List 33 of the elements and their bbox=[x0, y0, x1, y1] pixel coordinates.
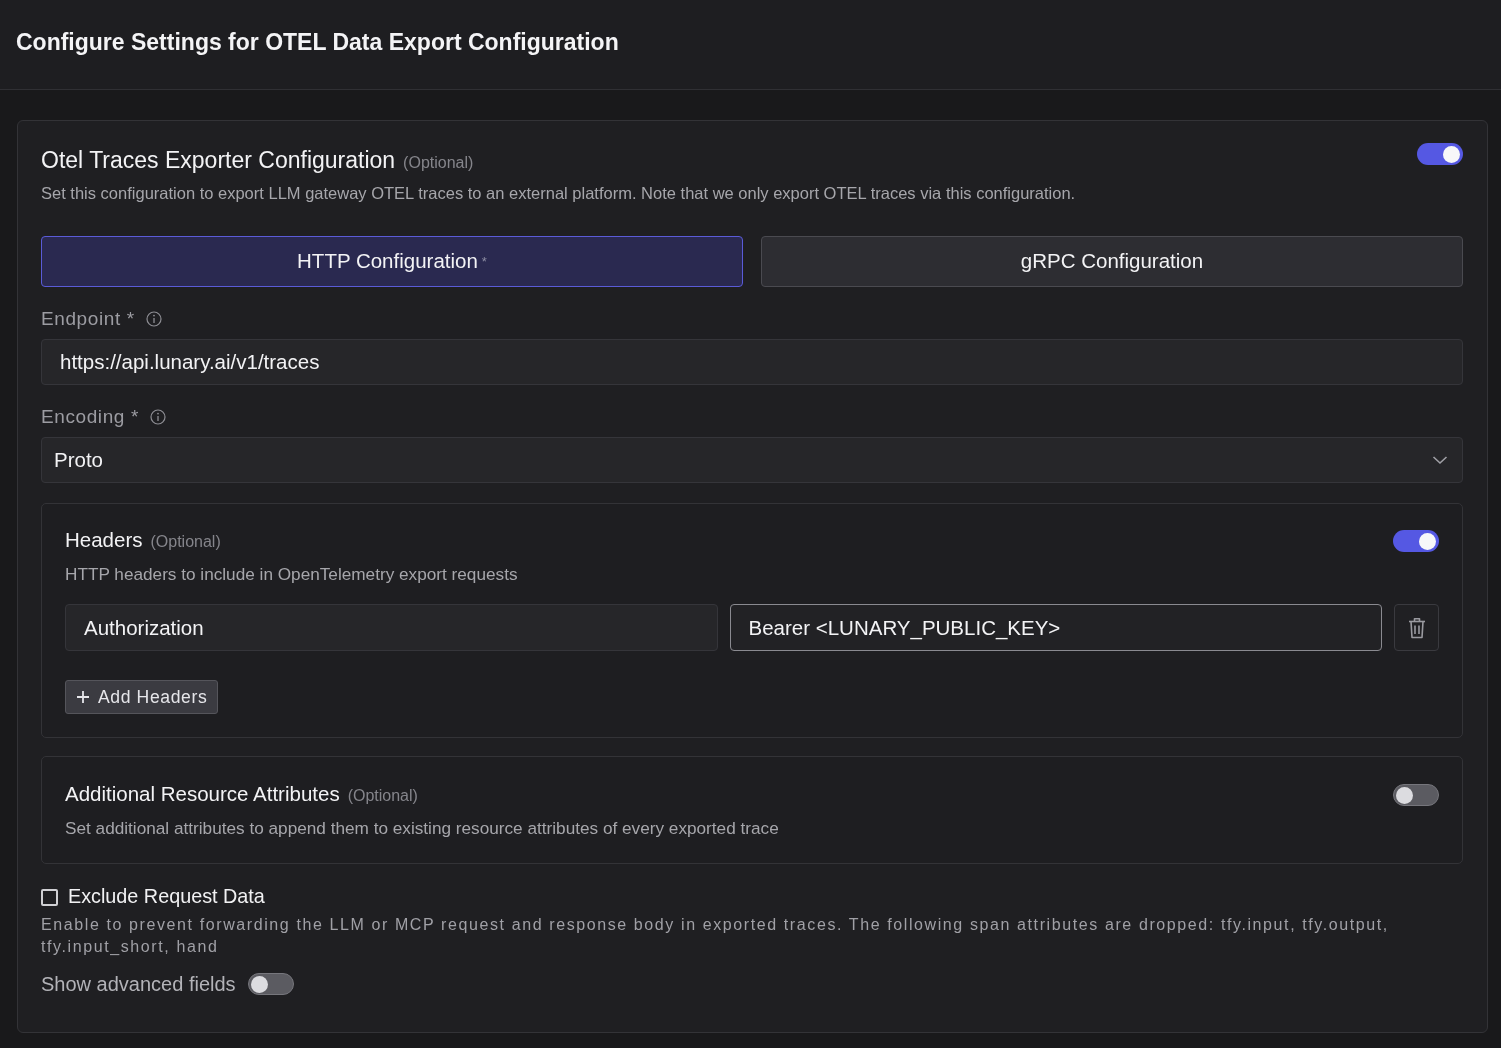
input-field[interactable]: Authorization bbox=[65, 604, 718, 651]
toggle-switch[interactable] bbox=[1393, 530, 1439, 552]
trash-icon bbox=[1407, 616, 1426, 639]
delete-button[interactable] bbox=[1394, 604, 1439, 651]
field-label: Endpoint * bbox=[41, 309, 135, 329]
panel-description: HTTP headers to include in OpenTelemetry export requests bbox=[65, 564, 519, 584]
checkbox[interactable] bbox=[41, 889, 58, 906]
toggle-label: Show advanced fields bbox=[41, 972, 236, 996]
info-icon[interactable] bbox=[149, 409, 166, 425]
field-label: Encoding * bbox=[41, 407, 139, 427]
toggle-switch[interactable] bbox=[247, 973, 294, 995]
tab[interactable]: HTTP Configuration * bbox=[41, 236, 743, 287]
optional-label: (Optional) bbox=[403, 153, 474, 173]
plus-icon bbox=[76, 690, 90, 704]
input-field[interactable]: https://api.lunary.ai/v1/traces bbox=[41, 339, 1463, 385]
panel-title: Headers bbox=[65, 528, 143, 552]
toggle-switch[interactable] bbox=[1393, 784, 1439, 806]
panel-description: Set additional attributes to append them to existing resource attributes of every exported trace bbox=[65, 818, 780, 838]
section-description: Set this configuration to export LLM gateway OTEL traces to an external platform. Note that we only export OTEL traces via this configuration. bbox=[41, 183, 1077, 203]
optional-label: (Optional) bbox=[150, 532, 221, 552]
toggle-switch[interactable] bbox=[1417, 143, 1463, 165]
checkbox-label: Exclude Request Data bbox=[68, 884, 265, 908]
info-icon[interactable] bbox=[145, 311, 162, 327]
add-headers-button[interactable]: Add Headers bbox=[65, 680, 219, 714]
section-title: Otel Traces Exporter Configuration bbox=[41, 146, 396, 175]
page-title: Configure Settings for OTEL Data Export Configuration bbox=[16, 28, 619, 57]
chevron-down-icon bbox=[1432, 455, 1448, 465]
help-text: Enable to prevent forwarding the LLM or MCP request and response body in exported traces. The following span attributes are dropped: tfy.input, tfy.output, tfy.input_short, hand bbox=[41, 915, 1390, 957]
select-field[interactable]: Proto bbox=[41, 437, 1463, 483]
input-field[interactable]: Bearer <LUNARY_PUBLIC_KEY> bbox=[729, 604, 1382, 651]
optional-label: (Optional) bbox=[347, 786, 418, 806]
tab[interactable]: gRPC Configuration bbox=[761, 236, 1463, 287]
panel-title: Additional Resource Attributes bbox=[65, 782, 340, 806]
